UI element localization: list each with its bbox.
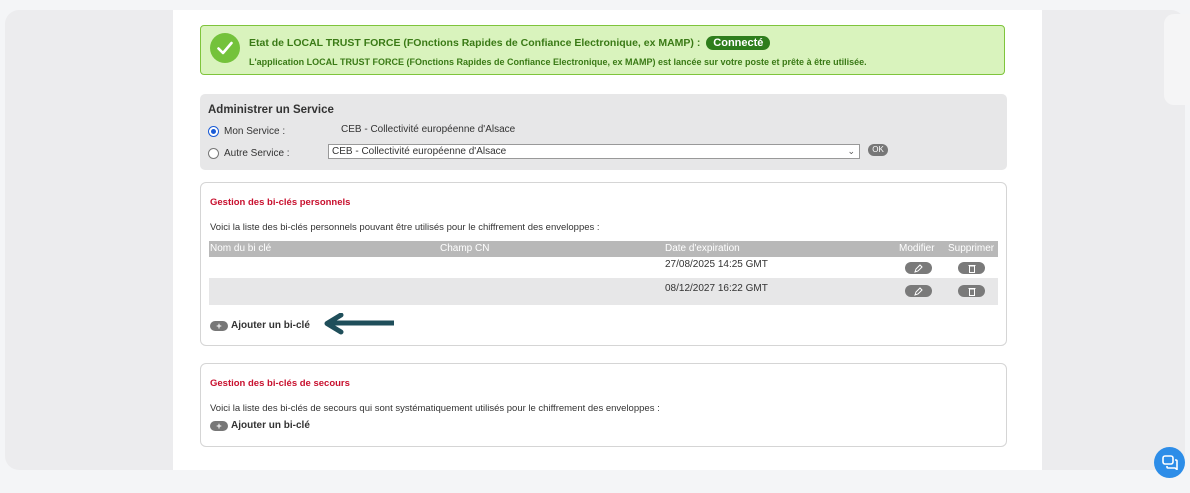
add-personal-key-label: Ajouter un bi-clé bbox=[231, 320, 310, 331]
trash-icon bbox=[968, 287, 975, 296]
backup-keys-section: Gestion des bi-clés de secours Voici la … bbox=[200, 363, 1007, 447]
mon-service-label: Mon Service : bbox=[224, 125, 286, 137]
arrow-left-icon bbox=[324, 313, 394, 335]
table-header: Nom du bi clé Champ CN Date d'expiration… bbox=[209, 241, 998, 257]
personal-keys-description: Voici la liste des bi-clés personnels po… bbox=[210, 222, 600, 233]
chat-button[interactable] bbox=[1154, 447, 1185, 478]
keys-table: Nom du bi clé Champ CN Date d'expiration… bbox=[209, 241, 998, 305]
side-card bbox=[1164, 14, 1190, 105]
personal-keys-title: Gestion des bi-clés personnels bbox=[210, 197, 351, 208]
col-expiry: Date d'expiration bbox=[665, 243, 740, 254]
mon-service-value: CEB - Collectivité européenne d'Alsace bbox=[341, 124, 516, 135]
autre-service-row: Autre Service : bbox=[208, 146, 290, 160]
chat-icon bbox=[1161, 455, 1178, 470]
pencil-icon bbox=[914, 286, 923, 296]
select-value: CEB - Collectivité européenne d'Alsace bbox=[332, 146, 507, 157]
plus-icon: + bbox=[210, 320, 228, 331]
row-expiry: 27/08/2025 14:25 GMT bbox=[665, 259, 768, 270]
pencil-icon bbox=[914, 263, 923, 273]
row-expiry: 08/12/2027 16:22 GMT bbox=[665, 283, 768, 294]
trash-icon bbox=[968, 264, 975, 273]
autre-service-select[interactable]: CEB - Collectivité européenne d'Alsace ⌄ bbox=[328, 144, 860, 159]
add-personal-key-button[interactable]: + Ajouter un bi-clé bbox=[210, 320, 310, 331]
backup-keys-description: Voici la liste des bi-clés de secours qu… bbox=[210, 403, 660, 414]
admin-title: Administrer un Service bbox=[208, 104, 334, 116]
chevron-down-icon: ⌄ bbox=[847, 146, 855, 156]
delete-button[interactable] bbox=[958, 285, 985, 297]
mon-service-row: Mon Service : bbox=[208, 124, 285, 138]
status-text: Etat de LOCAL TRUST FORCE (FOnctions Rap… bbox=[249, 37, 701, 49]
col-name: Nom du bi clé bbox=[210, 243, 272, 254]
col-delete: Supprimer bbox=[948, 243, 995, 254]
col-cn: Champ CN bbox=[440, 243, 490, 254]
status-banner: Etat de LOCAL TRUST FORCE (FOnctions Rap… bbox=[200, 25, 1005, 75]
mon-service-radio[interactable] bbox=[208, 125, 219, 137]
autre-service-label: Autre Service : bbox=[224, 147, 290, 159]
delete-button[interactable] bbox=[958, 262, 985, 274]
backup-keys-title: Gestion des bi-clés de secours bbox=[210, 378, 350, 389]
col-modify: Modifier bbox=[899, 243, 935, 254]
table-row: 08/12/2027 16:22 GMT bbox=[209, 278, 998, 305]
plus-icon: + bbox=[210, 420, 228, 431]
autre-service-radio[interactable] bbox=[208, 147, 219, 159]
connected-badge: Connecté bbox=[706, 36, 771, 50]
ok-button[interactable]: OK bbox=[868, 144, 888, 156]
add-backup-key-label: Ajouter un bi-clé bbox=[231, 420, 310, 431]
edit-button[interactable] bbox=[905, 262, 932, 274]
check-icon bbox=[210, 33, 240, 63]
add-backup-key-button[interactable]: + Ajouter un bi-clé bbox=[210, 420, 310, 431]
status-line: Etat de LOCAL TRUST FORCE (FOnctions Rap… bbox=[249, 36, 771, 50]
admin-service-panel: Administrer un Service Mon Service : CEB… bbox=[200, 94, 1007, 170]
table-row: 27/08/2025 14:25 GMT bbox=[209, 257, 998, 278]
edit-button[interactable] bbox=[905, 285, 932, 297]
status-detail: L'application LOCAL TRUST FORCE (FOnctio… bbox=[249, 57, 867, 67]
